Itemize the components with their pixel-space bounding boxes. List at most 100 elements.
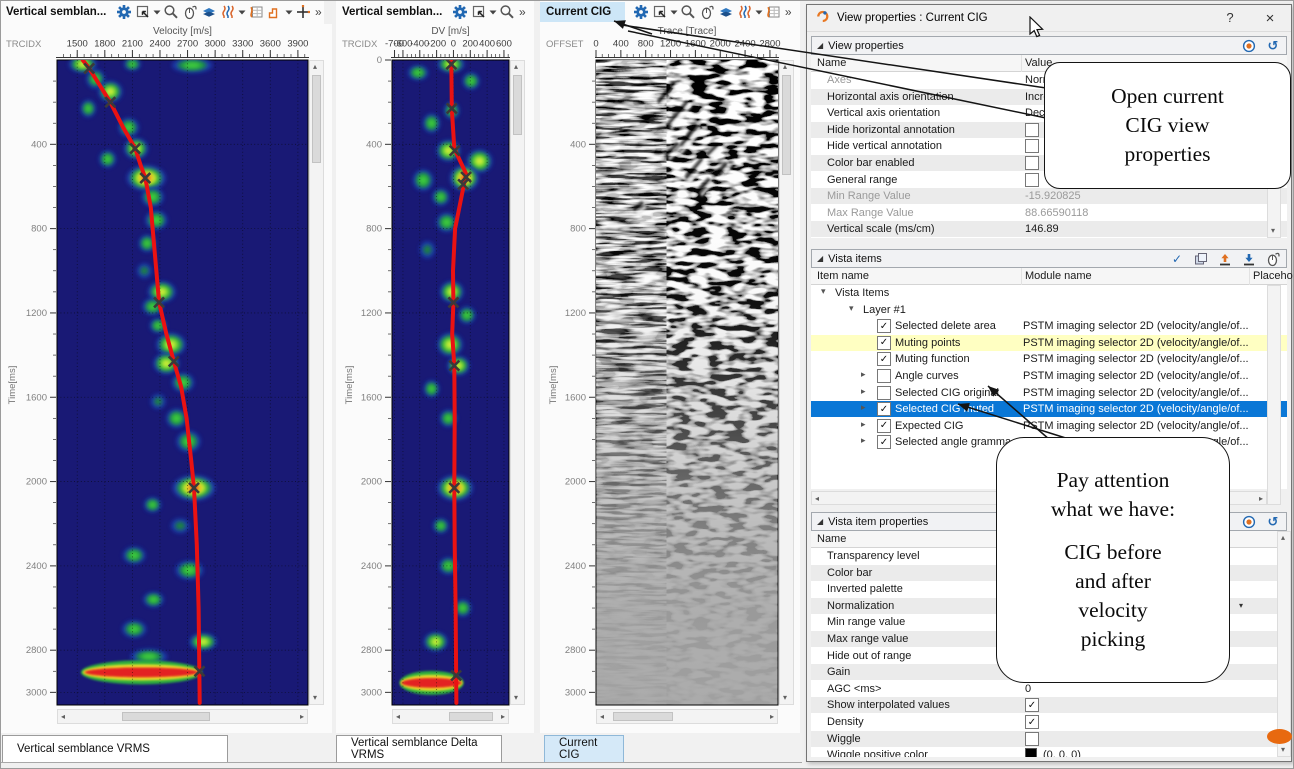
dvrms-hscrollbar[interactable]: ◂▸ <box>392 709 509 724</box>
gear-icon[interactable] <box>114 3 133 21</box>
dropdown-caret-icon[interactable] <box>237 3 246 21</box>
grids-icon[interactable] <box>763 3 782 21</box>
help-button[interactable]: ? <box>1221 10 1239 25</box>
dropdown-caret-icon[interactable] <box>284 3 293 21</box>
copy-icon[interactable] <box>1193 251 1209 267</box>
collapse-triangle-icon[interactable]: ◢ <box>817 41 823 50</box>
dropdown-caret-icon[interactable] <box>754 3 763 21</box>
dropdown-caret-icon[interactable] <box>669 3 678 21</box>
callout-pay-attention: Pay attentionwhat we have:CIG beforeand … <box>996 437 1230 683</box>
svg-text:2400: 2400 <box>735 39 756 50</box>
tree-row[interactable]: ✓Muting functionPSTM imaging selector 2D… <box>811 351 1287 367</box>
vrms-vscrollbar[interactable]: ▴▾ <box>309 60 324 705</box>
pan-icon[interactable] <box>469 3 488 21</box>
property-name: Axes <box>827 74 851 86</box>
wiggle-icon[interactable] <box>735 3 754 21</box>
checkbox[interactable] <box>1025 139 1039 153</box>
tree-row[interactable]: ▸✓Expected CIGPSTM imaging selector 2D (… <box>811 418 1287 434</box>
cig-hscrollbar[interactable]: ◂▸ <box>596 709 778 724</box>
tree-row[interactable]: ▾Layer #1 <box>811 302 1287 318</box>
toolbar-overflow-icon[interactable]: » <box>782 3 794 21</box>
svg-text:400: 400 <box>479 39 495 50</box>
download-icon[interactable] <box>1241 251 1257 267</box>
section-header-view-properties[interactable]: ◢ View properties ↺ <box>811 36 1287 55</box>
grids-icon[interactable] <box>246 3 265 21</box>
checkbox[interactable]: ✓ <box>1025 715 1039 729</box>
vrms-hscrollbar[interactable]: ◂▸ <box>57 709 308 724</box>
svg-text:Velocity [m/s]: Velocity [m/s] <box>153 26 212 37</box>
tab-current-cig[interactable]: Current CIG <box>544 735 624 762</box>
layers-icon[interactable] <box>199 3 218 21</box>
svg-text:1600: 1600 <box>685 39 706 50</box>
section-header-vista-items[interactable]: ◢ Vista items ✓ <box>811 249 1287 268</box>
tree-row[interactable]: ▸✓Selected CIG mutedPSTM imaging selecto… <box>811 401 1287 417</box>
pan-icon[interactable] <box>133 3 152 21</box>
tree-row[interactable]: ▸Selected CIG originalPSTM imaging selec… <box>811 385 1287 401</box>
zoom-icon[interactable] <box>678 3 697 21</box>
svg-text:OFFSET: OFFSET <box>546 39 584 50</box>
tree-row[interactable]: ✓Muting pointsPSTM imaging selector 2D (… <box>811 335 1287 351</box>
svg-text:1200: 1200 <box>361 308 382 319</box>
target-icon[interactable] <box>1241 514 1257 530</box>
wiggle-icon[interactable] <box>218 3 237 21</box>
tab-vertical-semblance-delta-vrms[interactable]: Vertical semblance Delta VRMS <box>336 735 502 762</box>
dropdown-caret-icon[interactable] <box>152 3 161 21</box>
upload-icon[interactable] <box>1217 251 1233 267</box>
tree-row[interactable]: ✓Selected delete areaPSTM imaging select… <box>811 318 1287 334</box>
dropdown-caret-icon[interactable] <box>488 3 497 21</box>
pan-icon[interactable] <box>650 3 669 21</box>
checkbox[interactable]: ✓ <box>1025 698 1039 712</box>
svg-text:400: 400 <box>570 139 586 150</box>
callout-line: Open current <box>1045 82 1290 111</box>
lasso-icon[interactable] <box>180 3 199 21</box>
checkbox[interactable] <box>1025 173 1039 187</box>
lasso-icon[interactable] <box>1265 251 1281 267</box>
property-row[interactable]: Wiggle <box>811 731 1281 747</box>
property-row[interactable]: Vertical scale (ms/cm)146.89 <box>811 221 1287 237</box>
undo-icon[interactable]: ↺ <box>1265 514 1281 530</box>
toolbar-overflow-icon[interactable]: » <box>312 3 324 21</box>
zoom-icon[interactable] <box>497 3 516 21</box>
layers-icon[interactable] <box>716 3 735 21</box>
undo-icon[interactable]: ↺ <box>1265 38 1281 54</box>
tree-row[interactable]: ▾Vista Items <box>811 285 1287 301</box>
cross-icon[interactable] <box>293 3 312 21</box>
svg-text:2000: 2000 <box>710 39 731 50</box>
item-properties-scrollbar[interactable]: ▴ ▾ <box>1277 531 1291 757</box>
target-icon[interactable] <box>1241 38 1257 54</box>
window-titlebar[interactable]: View properties : Current CIG <box>807 5 1291 32</box>
toolbar-overflow-icon[interactable]: » <box>516 3 528 21</box>
toolbar-cig: Current CIG » <box>540 0 800 24</box>
gear-icon[interactable] <box>450 3 469 21</box>
tree-row[interactable]: ▸Angle curvesPSTM imaging selector 2D (v… <box>811 368 1287 384</box>
callout-line: CIG before <box>997 538 1229 567</box>
collapse-triangle-icon[interactable]: ◢ <box>817 517 823 526</box>
property-row[interactable]: AGC <ms>0 <box>811 681 1281 697</box>
lasso-icon[interactable] <box>697 3 716 21</box>
property-row[interactable]: Show interpolated values✓ <box>811 697 1281 713</box>
collapse-triangle-icon[interactable]: ◢ <box>817 254 823 263</box>
property-row[interactable]: Min Range Value-15.920825 <box>811 188 1287 204</box>
property-row[interactable]: Density✓ <box>811 714 1281 730</box>
checkbox[interactable] <box>1025 732 1039 746</box>
zoom-icon[interactable] <box>161 3 180 21</box>
property-name: Color bar <box>827 567 872 579</box>
property-row[interactable]: Wiggle positive color(0, 0, 0) <box>811 747 1281 757</box>
svg-text:800: 800 <box>638 39 654 50</box>
callout-line: and after <box>997 567 1229 596</box>
hist-icon[interactable] <box>265 3 284 21</box>
property-name: Gain <box>827 666 850 678</box>
dvrms-vscrollbar[interactable]: ▴▾ <box>510 60 525 705</box>
close-button[interactable]: × <box>1261 10 1279 27</box>
svg-text:3000: 3000 <box>565 687 586 698</box>
checkbox[interactable] <box>1025 156 1039 170</box>
check-icon[interactable]: ✓ <box>1169 252 1185 266</box>
property-row[interactable]: Max Range Value88.66590118 <box>811 205 1287 221</box>
color-swatch[interactable] <box>1025 748 1037 757</box>
checkbox[interactable] <box>1025 123 1039 137</box>
tab-vertical-semblance-vrms[interactable]: Vertical semblance VRMS <box>2 735 228 762</box>
vista-items-vscrollbar[interactable] <box>1267 285 1281 505</box>
cig-vscrollbar[interactable]: ▴▾ <box>779 60 794 705</box>
dropdown-caret-icon[interactable]: ▾ <box>1239 601 1243 610</box>
gear-icon[interactable] <box>631 3 650 21</box>
